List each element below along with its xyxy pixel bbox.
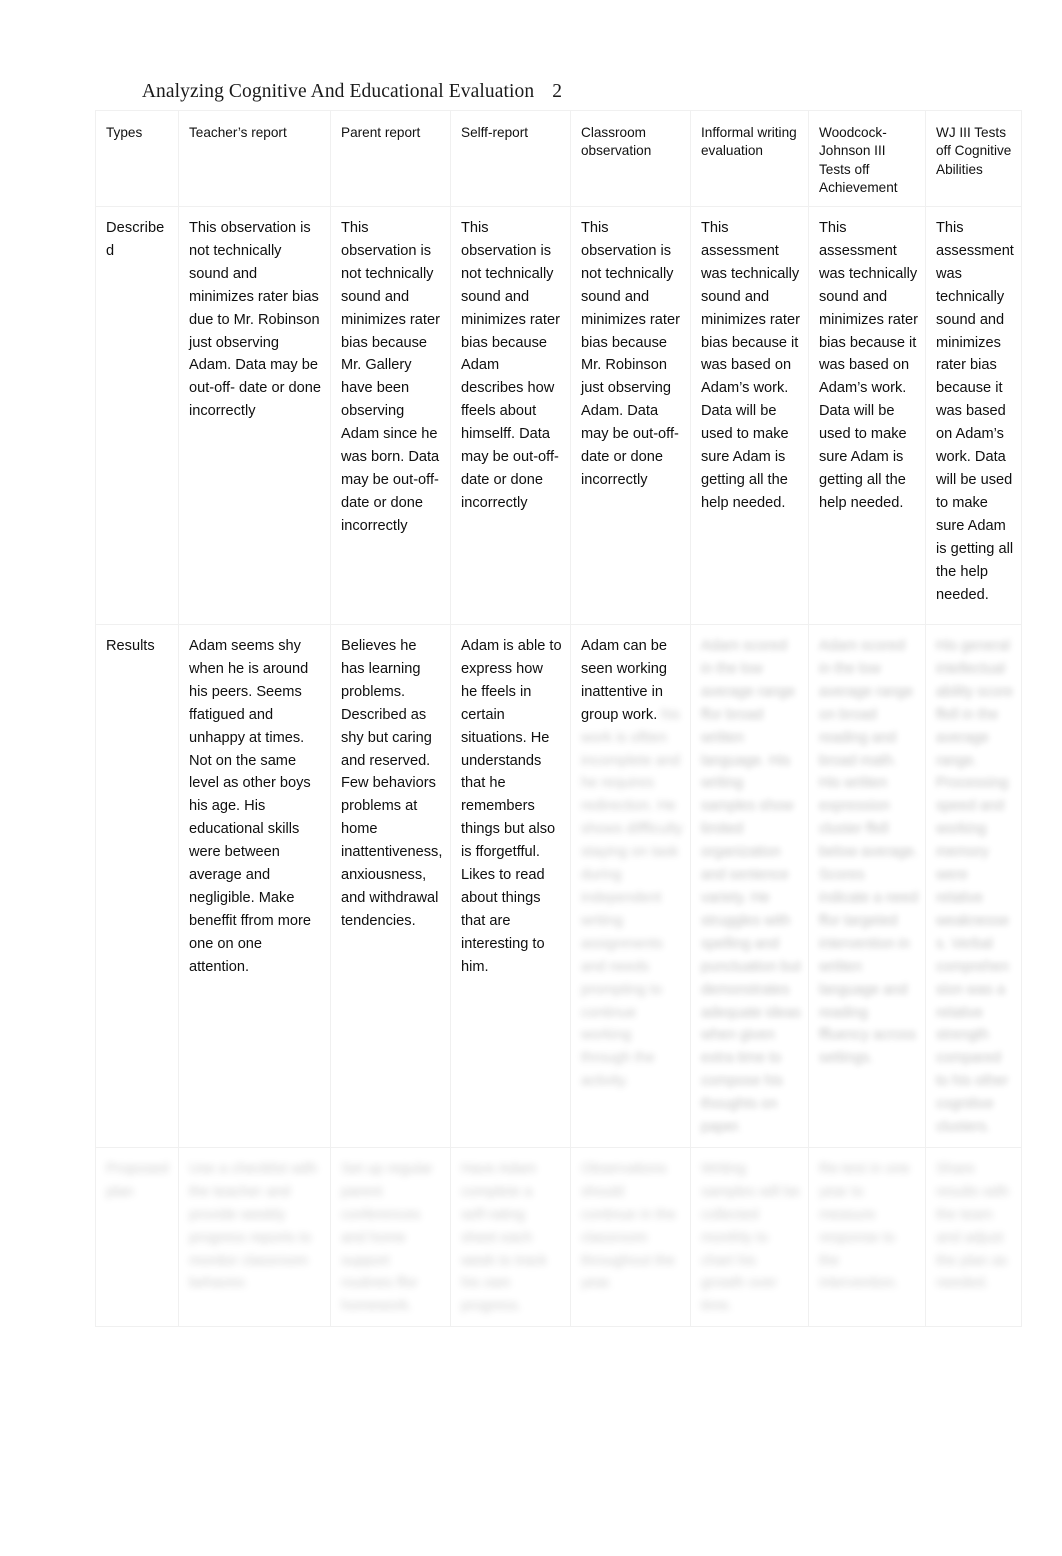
cell-described-parent-report: This observation is not technically soun… xyxy=(330,206,451,625)
column-header-classroom-observation: Classroom observation xyxy=(570,110,691,207)
column-header-self-report: Selff-report xyxy=(450,110,571,207)
cell-plan-teachers-report: Use a checklist with the teacher and pro… xyxy=(178,1146,331,1328)
document-page: Analyzing Cognitive And Educational Eval… xyxy=(0,0,1062,1556)
column-header-types: Types xyxy=(95,110,179,207)
cell-plan-wj3-cognitive: Share results with the team and adjust t… xyxy=(925,1146,1022,1328)
column-header-teachers-report: Teacher’s report xyxy=(178,110,331,207)
cell-plan-informal-writing: Writing samples will be collected monthl… xyxy=(690,1146,809,1328)
evaluation-table: Types Teacher’s report Parent report Sel… xyxy=(95,110,1022,1328)
cell-plan-parent-report: Set up regular parent conferences and ho… xyxy=(330,1146,451,1328)
cell-results-wj3-cognitive: His general intellectual ability score f… xyxy=(925,624,1022,1148)
cell-described-wj3-achievement: This assessment was technically sound an… xyxy=(808,206,926,625)
row-label-results: Results xyxy=(95,624,179,1148)
column-header-wj3-achievement: Woodcock-Johnson III Tests off Achieveme… xyxy=(808,110,926,207)
cell-results-informal-writing: Adam scored in the low average range ffo… xyxy=(690,624,809,1148)
cell-results-teachers-report: Adam seems shy when he is around his pee… xyxy=(178,624,331,1148)
cell-plan-classroom-observation: Observations should continue in the clas… xyxy=(570,1146,691,1328)
column-header-wj3-cognitive: WJ III Tests off Cognitive Abilities xyxy=(925,110,1022,207)
cell-results-parent-report: Believes he has learning problems. Descr… xyxy=(330,624,451,1148)
cell-plan-wj3-achievement: Re-test in one year to measure response … xyxy=(808,1146,926,1328)
row-label-described: Described xyxy=(95,206,179,625)
cell-text-illegible: his work is oftten incomplete and he req… xyxy=(581,706,683,1090)
cell-described-informal-writing: This assessment was technically sound an… xyxy=(690,206,809,625)
cell-results-wj3-achievement: Adam scored in the low average range on … xyxy=(808,624,926,1148)
running-head-title: Analyzing Cognitive And Educational Eval… xyxy=(141,81,535,102)
table-row-described: Described This observation is not techni… xyxy=(95,206,1022,625)
cell-plan-self-report: Have Adam complete a self-rating sheet e… xyxy=(450,1146,571,1328)
cell-text-legible: Adam can be seen working inattentive in … xyxy=(581,638,667,723)
column-header-informal-writing-evaluation: Infformal writing evaluation xyxy=(690,110,809,207)
column-header-parent-report: Parent report xyxy=(330,110,451,207)
cell-described-teachers-report: This observation is not technically soun… xyxy=(178,206,331,625)
cell-results-self-report: Adam is able to express how he ffeels in… xyxy=(450,624,571,1148)
table-header-row: Types Teacher’s report Parent report Sel… xyxy=(95,110,1022,207)
cell-described-self-report: This observation is not technically soun… xyxy=(450,206,571,625)
row-label-proposed-plan: Proposed plan xyxy=(95,1146,179,1328)
table-row-proposed-plan: Proposed plan Use a checklist with the t… xyxy=(95,1146,1022,1328)
cell-results-classroom-observation: Adam can be seen working inattentive in … xyxy=(570,624,691,1148)
page-number: 2 xyxy=(552,81,563,102)
cell-described-classroom-observation: This observation is not technically soun… xyxy=(570,206,691,625)
table-row-results: Results Adam seems shy when he is around… xyxy=(95,624,1022,1148)
cell-described-wj3-cognitive: This assessment was technically sound an… xyxy=(925,206,1022,625)
